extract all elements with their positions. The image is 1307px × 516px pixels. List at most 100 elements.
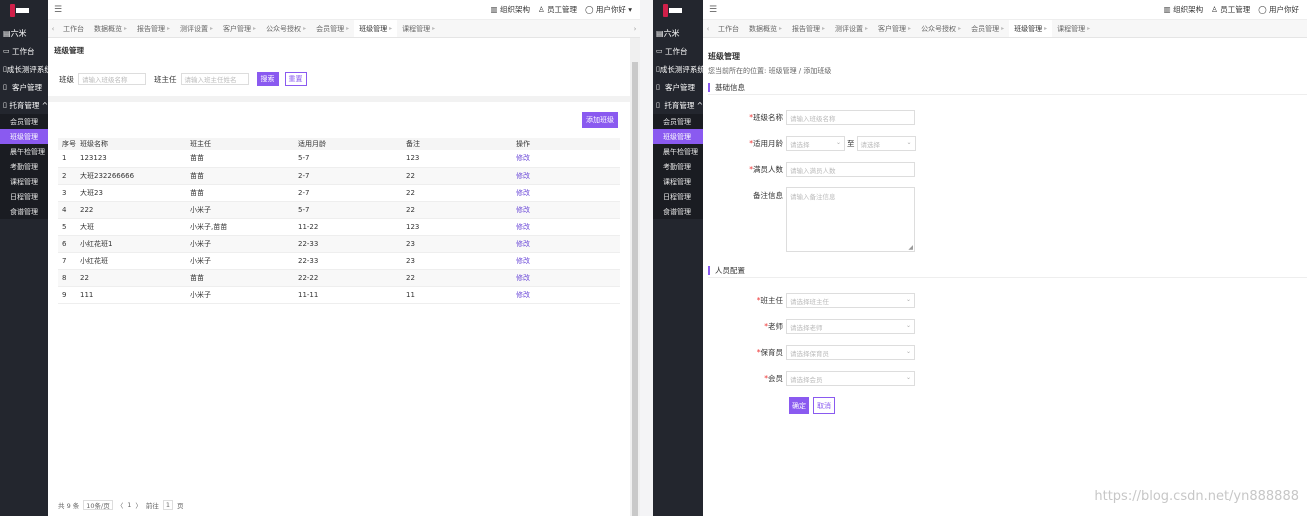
tab-class[interactable]: 班级管理 ▸ xyxy=(1009,20,1053,37)
sidebar-org[interactable]: ▤ 六米 xyxy=(653,24,703,42)
current-page[interactable]: 1 xyxy=(127,501,131,509)
capacity-input[interactable]: 请输入满员人数 xyxy=(786,162,915,177)
edit-link[interactable]: 修改 xyxy=(512,252,620,270)
close-icon[interactable]: ▸ xyxy=(432,25,435,32)
sidebar-sub-member[interactable]: 会员管理 xyxy=(653,114,703,129)
close-icon[interactable]: ▸ xyxy=(167,25,170,32)
sidebar-sub-attendance[interactable]: 考勤管理 xyxy=(653,159,703,174)
close-icon[interactable]: ▸ xyxy=(958,25,961,32)
tab-eval[interactable]: 测评设置 ▸ xyxy=(175,20,218,37)
staff-link[interactable]: ♙ 员工管理 xyxy=(1211,4,1250,15)
edit-link[interactable]: 修改 xyxy=(512,150,620,168)
sidebar-sub-attendance[interactable]: 考勤管理 xyxy=(0,159,48,174)
tab-customer[interactable]: 客户管理 ▸ xyxy=(873,20,916,37)
prev-page-icon[interactable]: 〈 xyxy=(117,500,124,510)
close-icon[interactable]: ▸ xyxy=(908,25,911,32)
edit-link[interactable]: 修改 xyxy=(512,269,620,287)
sidebar-item-customer[interactable]: ▯ 客户管理 xyxy=(0,78,48,96)
sidebar-sub-course[interactable]: 课程管理 xyxy=(0,174,48,189)
tab-class[interactable]: 班级管理 ▸ xyxy=(354,20,398,37)
sidebar-sub-recipe[interactable]: 食谱管理 xyxy=(653,204,703,219)
sidebar-sub-check[interactable]: 晨午检管理 xyxy=(653,144,703,159)
tab-member[interactable]: 会员管理 ▸ xyxy=(966,20,1009,37)
close-icon[interactable]: ▸ xyxy=(124,25,127,32)
note-textarea[interactable]: 请输入备注信息 ◢ xyxy=(786,187,915,252)
close-icon[interactable]: ▸ xyxy=(779,25,782,32)
close-icon[interactable]: ▸ xyxy=(1087,25,1090,32)
tab-overview[interactable]: 数据概览 ▸ xyxy=(89,20,132,37)
sidebar-sub-check[interactable]: 晨午检管理 xyxy=(0,144,48,159)
sidebar-sub-member[interactable]: 会员管理 xyxy=(0,114,48,129)
cancel-button[interactable]: 取消 xyxy=(813,397,835,414)
close-icon[interactable]: ▸ xyxy=(865,25,868,32)
add-class-button[interactable]: 添加班级 xyxy=(582,112,618,128)
tab-member[interactable]: 会员管理 ▸ xyxy=(311,20,354,37)
close-icon[interactable]: ▸ xyxy=(1044,25,1047,32)
teacher-name-input[interactable]: 请输入班主任姓名 xyxy=(180,73,249,85)
org-chart-link[interactable]: ▥ 组织架构 xyxy=(490,4,529,15)
tab-scroll-left-icon[interactable]: ‹ xyxy=(703,25,713,33)
next-page-icon[interactable]: 〉 xyxy=(135,500,142,510)
tab-course[interactable]: 课程管理 ▸ xyxy=(397,20,440,37)
sidebar-item-workbench[interactable]: ▭ 工作台 xyxy=(0,42,48,60)
tab-wechat[interactable]: 公众号授权 ▸ xyxy=(261,20,311,37)
user-menu[interactable]: ◯ 用户你好 xyxy=(1258,4,1299,15)
sidebar-item-customer[interactable]: ▯ 客户管理 xyxy=(653,78,703,96)
close-icon[interactable]: ▸ xyxy=(389,25,392,32)
resize-grip-icon[interactable]: ◢ xyxy=(908,244,913,251)
class-name-input[interactable]: 请输入班级名称 xyxy=(786,110,915,125)
page-size-select[interactable]: 10条/页 xyxy=(83,500,113,510)
staff-link[interactable]: ♙ 员工管理 xyxy=(538,4,577,15)
search-button[interactable]: 搜索 xyxy=(256,72,279,86)
sidebar-sub-course[interactable]: 课程管理 xyxy=(653,174,703,189)
edit-link[interactable]: 修改 xyxy=(512,218,620,236)
tab-eval[interactable]: 测评设置 ▸ xyxy=(830,20,873,37)
close-icon[interactable]: ▸ xyxy=(303,25,306,32)
age-from-select[interactable]: 请选择 ⌄ xyxy=(786,136,845,151)
tab-customer[interactable]: 客户管理 ▸ xyxy=(218,20,261,37)
reset-button[interactable]: 重置 xyxy=(284,72,307,86)
user-menu[interactable]: ◯ 用户你好 ▾ xyxy=(585,4,632,15)
edit-link[interactable]: 修改 xyxy=(512,201,620,219)
sidebar-sub-class[interactable]: 班级管理 xyxy=(653,129,703,144)
tab-overview[interactable]: 数据概览 ▸ xyxy=(744,20,787,37)
nurse-select[interactable]: 请选择保育员 ⌄ xyxy=(786,345,915,360)
sidebar-sub-schedule[interactable]: 日程管理 xyxy=(0,189,48,204)
scrollbar-thumb[interactable] xyxy=(632,62,638,516)
sidebar-sub-recipe[interactable]: 食谱管理 xyxy=(0,204,48,219)
sidebar-sub-class[interactable]: 班级管理 xyxy=(0,129,48,144)
close-icon[interactable]: ▸ xyxy=(253,25,256,32)
edit-link[interactable]: 修改 xyxy=(512,167,620,185)
sidebar-item-workbench[interactable]: ▭ 工作台 xyxy=(653,42,703,60)
edit-link[interactable]: 修改 xyxy=(512,235,620,253)
org-chart-link[interactable]: ▥ 组织架构 xyxy=(1164,4,1203,15)
close-icon[interactable]: ▸ xyxy=(346,25,349,32)
vertical-scrollbar[interactable] xyxy=(630,38,640,516)
menu-toggle-icon[interactable]: ☰ xyxy=(709,5,717,15)
logo[interactable] xyxy=(0,0,48,20)
goto-page-input[interactable]: 1 xyxy=(162,500,174,510)
sidebar-item-childcare[interactable]: ▯ 托育管理 ^ xyxy=(0,96,48,114)
sidebar-item-growth[interactable]: ▯ 成长测评系统 xyxy=(653,60,703,78)
sidebar-org[interactable]: ▤ 六米 xyxy=(0,24,48,42)
tab-scroll-right-icon[interactable]: › xyxy=(630,25,640,33)
head-teacher-select[interactable]: 请选择班主任 ⌄ xyxy=(786,293,915,308)
tab-report[interactable]: 报告管理 ▸ xyxy=(787,20,830,37)
close-icon[interactable]: ▸ xyxy=(822,25,825,32)
menu-toggle-icon[interactable]: ☰ xyxy=(54,5,62,15)
tab-workbench[interactable]: 工作台 xyxy=(58,20,89,37)
tab-workbench[interactable]: 工作台 xyxy=(713,20,744,37)
tab-scroll-left-icon[interactable]: ‹ xyxy=(48,25,58,33)
close-icon[interactable]: ▸ xyxy=(1001,25,1004,32)
class-name-input[interactable]: 请输入班级名称 xyxy=(78,73,146,85)
tab-report[interactable]: 报告管理 ▸ xyxy=(132,20,175,37)
sidebar-item-childcare[interactable]: ▯ 托育管理 ^ xyxy=(653,96,703,114)
sidebar-sub-schedule[interactable]: 日程管理 xyxy=(653,189,703,204)
age-to-select[interactable]: 请选择 ⌄ xyxy=(856,136,916,151)
tab-course[interactable]: 课程管理 ▸ xyxy=(1052,20,1095,37)
close-icon[interactable]: ▸ xyxy=(210,25,213,32)
edit-link[interactable]: 修改 xyxy=(512,286,620,304)
sidebar-item-growth[interactable]: ▯ 成长测评系统 xyxy=(0,60,48,78)
confirm-button[interactable]: 确定 xyxy=(789,397,809,414)
edit-link[interactable]: 修改 xyxy=(512,184,620,202)
